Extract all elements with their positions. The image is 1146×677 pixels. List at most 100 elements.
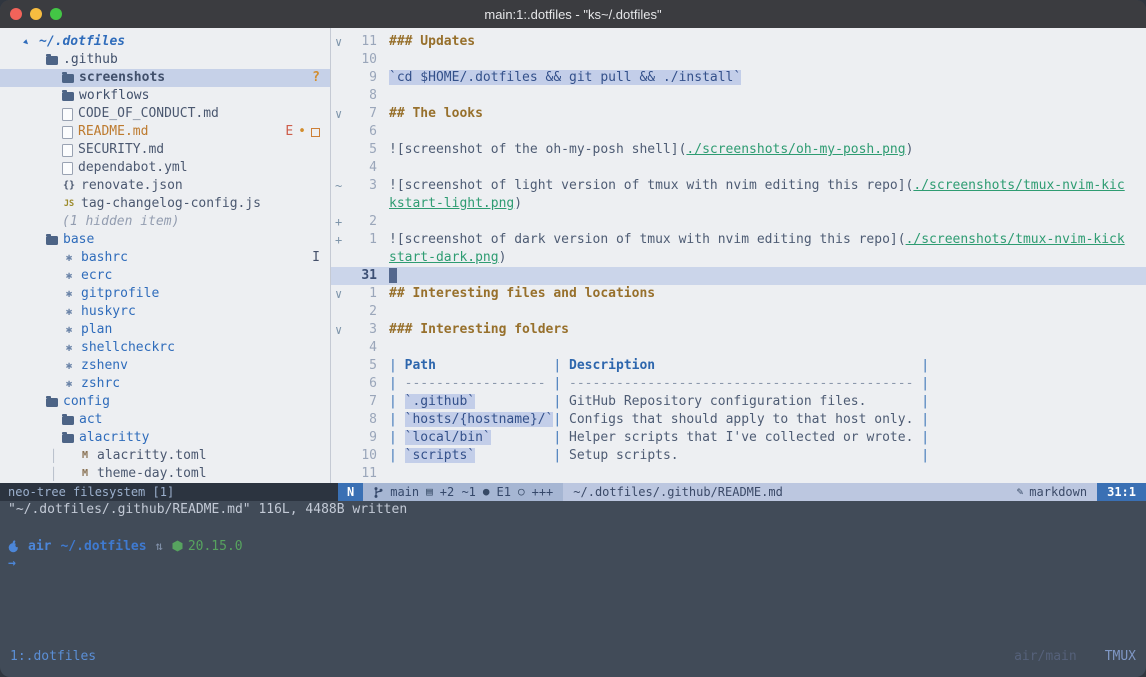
star-icon: ✱ <box>62 249 76 267</box>
line-text: | Path | Description | <box>389 357 929 375</box>
tree-item-label: base <box>63 231 94 249</box>
line-text <box>389 267 397 285</box>
tree-item-screenshots[interactable]: screenshots? <box>0 69 330 87</box>
text-segment: `.github` <box>405 394 475 409</box>
line-text: ### Updates <box>389 33 475 51</box>
tree-item-label: .github <box>63 51 118 69</box>
fold-sign: ∨ <box>331 285 351 303</box>
line-text: | `.github` | GitHub Repository configur… <box>389 393 929 411</box>
tree-item-config[interactable]: config <box>0 393 330 411</box>
editor-line[interactable]: ~3![screenshot of light version of tmux … <box>331 177 1146 195</box>
editor-line[interactable]: +1![screenshot of dark version of tmux w… <box>331 231 1146 249</box>
tree-item-bashrc[interactable]: ✱bashrcI <box>0 249 330 267</box>
line-number: 2 <box>351 213 377 231</box>
editor-line[interactable]: ∨1## Interesting files and locations <box>331 285 1146 303</box>
tree-item-alacritty-toml[interactable]: │Malacritty.toml <box>0 447 330 465</box>
tree-item-renovate-json[interactable]: {}renovate.json <box>0 177 330 195</box>
nvim-panes: ▸~/.dotfiles.githubscreenshots?workflows… <box>0 28 1146 483</box>
text-segment: | <box>389 412 405 427</box>
tmux-session-name: air/main <box>1014 649 1077 664</box>
line-number: 9 <box>351 69 377 87</box>
tree-item-base[interactable]: base <box>0 231 330 249</box>
editor-line[interactable]: 10| `scripts` | Setup scripts. | <box>331 447 1146 465</box>
editor-line[interactable]: start-dark.png) <box>331 249 1146 267</box>
node-segment: 20.15.0 <box>172 539 243 554</box>
editor-line[interactable]: 9| `local/bin` | Helper scripts that I'v… <box>331 429 1146 447</box>
tree-item-github[interactable]: .github <box>0 51 330 69</box>
editor-line[interactable]: 5![screenshot of the oh-my-posh shell](.… <box>331 141 1146 159</box>
tree-item-theme-day-toml[interactable]: │Mtheme-day.toml <box>0 465 330 483</box>
tmux-window-item[interactable]: 1:.dotfiles <box>10 649 96 664</box>
editor-line[interactable]: 10 <box>331 51 1146 69</box>
tree-item-dependabot-yml[interactable]: dependabot.yml <box>0 159 330 177</box>
editor-line[interactable]: kstart-light.png) <box>331 195 1146 213</box>
filetype-indicator: ✎ markdown <box>1007 483 1097 501</box>
editor-line[interactable]: ∨7## The looks <box>331 105 1146 123</box>
fold-sign <box>331 159 351 177</box>
tree-item-badges: I <box>312 249 330 267</box>
tree-item-readme-md[interactable]: README.mdE• <box>0 123 330 141</box>
folder-icon <box>46 56 58 65</box>
tree-item-label: (1 hidden item) <box>62 213 179 231</box>
tree-item-ecrc[interactable]: ✱ecrc <box>0 267 330 285</box>
text-segment: ./screenshots/tmux-nvim-kick <box>906 232 1125 247</box>
prompt-path: ~/.dotfiles <box>60 539 146 554</box>
titlebar: main:1:.dotfiles - "ks~/.dotfiles" <box>0 0 1146 28</box>
tree-item-label: theme-day.toml <box>97 465 207 483</box>
editor-line[interactable]: 8| `hosts/{hostname}/`| Configs that sho… <box>331 411 1146 429</box>
tree-item-zshenv[interactable]: ✱zshenv <box>0 357 330 375</box>
editor-line[interactable]: 2 <box>331 303 1146 321</box>
file-path: ~/.dotfiles/.github/README.md <box>563 483 793 501</box>
editor-line[interactable]: +2 <box>331 213 1146 231</box>
editor-line[interactable]: 6| ------------------ | ----------------… <box>331 375 1146 393</box>
tree-item-plan[interactable]: ✱plan <box>0 321 330 339</box>
text-segment: | <box>553 358 569 373</box>
tree-item-shellcheckrc[interactable]: ✱shellcheckrc <box>0 339 330 357</box>
tree-item-1-hidden-item[interactable]: (1 hidden item) <box>0 213 330 231</box>
text-segment: GitHub Repository configuration files. <box>569 394 921 409</box>
editor-line[interactable]: 7| `.github` | GitHub Repository configu… <box>331 393 1146 411</box>
line-number: 8 <box>351 87 377 105</box>
tree-item-tag-changelog-config-js[interactable]: JStag-changelog-config.js <box>0 195 330 213</box>
node-version: 20.15.0 <box>188 539 243 554</box>
tree-item-security-md[interactable]: SECURITY.md <box>0 141 330 159</box>
tree-item-label: SECURITY.md <box>78 141 164 159</box>
editor-line[interactable]: 6 <box>331 123 1146 141</box>
editor-line[interactable]: 8 <box>331 87 1146 105</box>
text-segment: Path <box>405 358 436 373</box>
fold-sign <box>331 303 351 321</box>
editor-line[interactable]: 4 <box>331 339 1146 357</box>
tree-item-huskyrc[interactable]: ✱huskyrc <box>0 303 330 321</box>
editor-line[interactable]: 9`cd $HOME/.dotfiles && git pull && ./in… <box>331 69 1146 87</box>
neotree-panel: ▸~/.dotfiles.githubscreenshots?workflows… <box>0 28 330 483</box>
status-row: neo-tree filesystem [1] N main ▤ +2 ~1 ●… <box>0 483 1146 501</box>
text-segment: `local/bin` <box>405 430 491 445</box>
star-icon: ✱ <box>62 285 76 303</box>
editor-line[interactable]: 4 <box>331 159 1146 177</box>
tree-item-zshrc[interactable]: ✱zshrc <box>0 375 330 393</box>
tree-item-dotfiles[interactable]: ▸~/.dotfiles <box>0 33 330 51</box>
text-segment: | <box>389 358 405 373</box>
editor-line[interactable]: ∨11### Updates <box>331 33 1146 51</box>
tree-item-code-of-conduct-md[interactable]: CODE_OF_CONDUCT.md <box>0 105 330 123</box>
text-segment: | <box>553 412 569 427</box>
fold-sign <box>331 267 351 285</box>
tree-item-alacritty[interactable]: alacritty <box>0 429 330 447</box>
window-title: main:1:.dotfiles - "ks~/.dotfiles" <box>0 7 1146 22</box>
line-text: ![screenshot of light version of tmux wi… <box>389 177 1125 195</box>
status-extra: +++ <box>532 483 554 501</box>
editor-line[interactable]: ∨3### Interesting folders <box>331 321 1146 339</box>
cmdline-message: "~/.dotfiles/.github/README.md" 116L, 44… <box>0 501 1146 519</box>
editor-line[interactable]: 31 <box>331 267 1146 285</box>
tree-item-act[interactable]: act <box>0 411 330 429</box>
folder-icon <box>62 416 74 425</box>
tree-item-label: alacritty <box>79 429 149 447</box>
tree-item-workflows[interactable]: workflows <box>0 87 330 105</box>
editor-line[interactable]: 11 <box>331 465 1146 483</box>
line-text: ![screenshot of dark version of tmux wit… <box>389 231 1125 249</box>
star-icon: ✱ <box>62 339 76 357</box>
text-segment: ----------------------------------------… <box>569 376 913 391</box>
text-segment <box>491 430 554 445</box>
editor-line[interactable]: 5| Path | Description | <box>331 357 1146 375</box>
tree-item-gitprofile[interactable]: ✱gitprofile <box>0 285 330 303</box>
